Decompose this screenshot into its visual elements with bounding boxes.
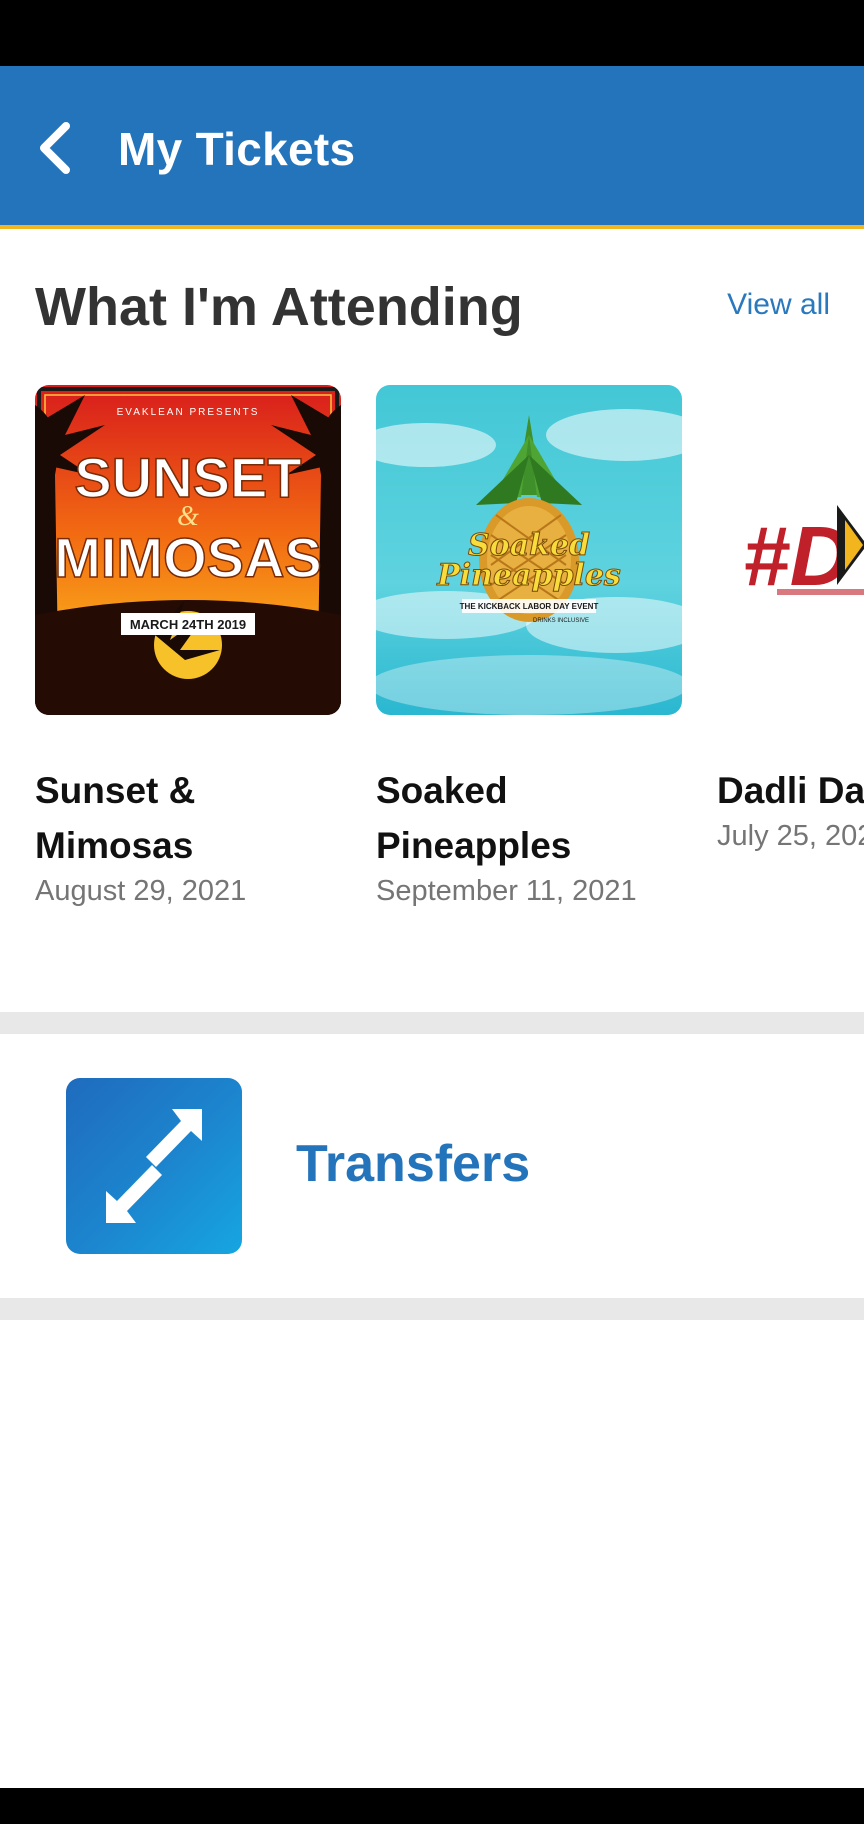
system-nav-bar (0, 1788, 864, 1824)
event-name[interactable]: Dadli Da (717, 763, 864, 818)
event-name[interactable]: Soaked Pineapples (376, 763, 682, 873)
view-all-link[interactable]: View all (727, 288, 830, 322)
poster-presenter-text: EVAKLEAN PRESENTS (117, 407, 260, 418)
event-card[interactable]: #D Dadli Da July 25, 202 (717, 385, 864, 853)
poster-title-line2: Pineapples (436, 558, 621, 593)
section-title-attending: What I'm Attending (35, 277, 523, 337)
event-date: July 25, 202 (717, 820, 864, 852)
app-bar: My Tickets (0, 66, 864, 229)
section-divider (0, 1298, 864, 1320)
event-date: August 29, 2021 (35, 875, 247, 907)
event-poster-soaked-pineapples[interactable]: Soaked Pineapples THE KICKBACK LABOR DAY… (376, 385, 682, 715)
poster-subtag: DRINKS INCLUSIVE (533, 618, 589, 624)
event-name[interactable]: Sunset & Mimosas (35, 763, 341, 873)
event-card[interactable]: Soaked Pineapples THE KICKBACK LABOR DAY… (376, 385, 682, 908)
transfers-icon-tile[interactable] (66, 1078, 242, 1254)
transfer-arrows-icon (106, 1109, 202, 1223)
back-button[interactable] (22, 118, 88, 178)
poster-title-line2: MIMOSAS (54, 526, 322, 589)
section-divider (0, 1012, 864, 1034)
event-poster-dadli-da[interactable]: #D (717, 385, 864, 715)
event-poster-sunset-mimosas[interactable]: EVAKLEAN PRESENTS SUNSET & MIMOSAS MARCH… (35, 385, 341, 715)
events-carousel[interactable]: EVAKLEAN PRESENTS SUNSET & MIMOSAS MARCH… (0, 385, 864, 945)
event-date: September 11, 2021 (376, 875, 637, 907)
status-bar (0, 0, 864, 66)
poster-tagline: THE KICKBACK LABOR DAY EVENT (460, 602, 599, 611)
poster-hashtag-text: #D (743, 509, 850, 603)
page-title: My Tickets (118, 123, 356, 175)
transfers-row[interactable]: Transfers (0, 1034, 864, 1298)
poster-date-banner: MARCH 24TH 2019 (130, 617, 246, 632)
chevron-left-icon (40, 122, 70, 174)
event-card[interactable]: EVAKLEAN PRESENTS SUNSET & MIMOSAS MARCH… (35, 385, 341, 908)
transfers-label[interactable]: Transfers (296, 1134, 530, 1194)
poster-title-line1: SUNSET (74, 446, 301, 509)
